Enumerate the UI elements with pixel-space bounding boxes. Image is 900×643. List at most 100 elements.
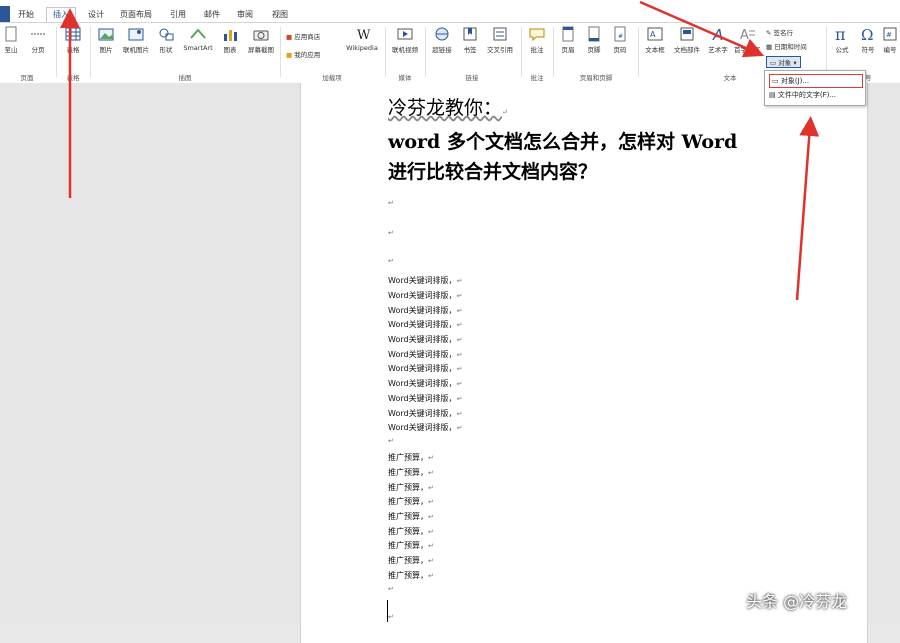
list-item: 推广预算，↵ <box>388 570 434 581</box>
paragraph-mark: ↵ <box>456 321 463 329</box>
online-picture-button[interactable]: 联机图片 <box>119 26 153 54</box>
header-icon <box>562 26 574 42</box>
svg-text:#: # <box>618 33 623 40</box>
menu-item-text-from-file[interactable]: ▤ 文件中的文字(F)... <box>769 90 836 100</box>
group-illustrations-label: 插图 <box>178 74 192 82</box>
screenshot-label: 屏幕截图 <box>248 46 274 54</box>
list-item-text: 推广预算， <box>388 541 428 550</box>
paragraph-mark: ↵ <box>428 528 434 536</box>
textbox-button[interactable]: A 文本框 <box>640 26 670 54</box>
screenshot-button[interactable]: 屏幕截图 <box>244 26 278 54</box>
equation-button[interactable]: π 公式 <box>830 26 854 54</box>
table-button[interactable]: 表格 <box>60 26 86 54</box>
group-separator <box>521 27 522 77</box>
tab-mailings[interactable]: 邮件 <box>204 8 220 22</box>
list-item: Word关键词排版，↵ <box>388 422 462 433</box>
object-label: 对象 <box>778 59 792 67</box>
list-item-text: 推广预算， <box>388 571 428 580</box>
document-page[interactable]: 冷芬龙教你：↵ word 多个文档怎么合并，怎样对 Word 进行比较合并文档内… <box>300 83 868 643</box>
group-separator <box>385 27 386 77</box>
list-item: 推广预算，↵ <box>388 555 434 566</box>
list-item: Word关键词排版，↵ <box>388 334 462 345</box>
list-item: 推广预算，↵ <box>388 482 434 493</box>
paragraph-mark: ↵ <box>456 336 463 344</box>
chart-button[interactable]: 图表 <box>218 26 242 54</box>
paragraph-mark: ↵ <box>428 542 434 550</box>
group-pages-label: 页面 <box>20 74 34 82</box>
page-number-icon: # <box>614 26 626 42</box>
page-number-button[interactable]: # 页码 <box>608 26 632 54</box>
date-time-button[interactable]: ▦ 日期和时间 <box>766 41 807 51</box>
empty-paragraph: ↵ <box>388 437 394 445</box>
object-dropdown-menu: ▭ 对象(J)... ▤ 文件中的文字(F)... <box>764 70 866 106</box>
tab-home[interactable]: 开始 <box>18 8 34 22</box>
tab-design[interactable]: 设计 <box>88 8 104 22</box>
group-separator <box>553 27 554 77</box>
list-item: Word关键词排版，↵ <box>388 393 462 404</box>
pi-icon: π <box>835 26 846 42</box>
doc-title-line2: word 多个文档怎么合并，怎样对 Word <box>388 131 738 153</box>
picture-button[interactable]: 图片 <box>93 26 119 54</box>
svg-text:π: π <box>835 26 846 42</box>
signature-line-button[interactable]: ✎ 签名行 <box>766 27 793 37</box>
cross-reference-button[interactable]: 交叉引用 <box>482 26 518 54</box>
file-tab[interactable] <box>0 6 10 22</box>
wordart-icon: A <box>712 26 723 42</box>
paragraph-mark: ↵ <box>456 410 463 418</box>
svg-text:A: A <box>650 30 656 39</box>
ribbon-tabs: 开始 插入 设计 页面布局 引用 邮件 审阅 视图 <box>0 6 900 23</box>
page-icon <box>5 26 17 42</box>
hyperlink-label: 超链接 <box>432 46 452 54</box>
signature-line-label: 签名行 <box>773 29 794 37</box>
page-break-button[interactable]: 分页 <box>26 26 50 54</box>
hyperlink-button[interactable]: 超链接 <box>428 26 456 54</box>
equation-label: 公式 <box>835 46 849 54</box>
symbol-button[interactable]: Ω 符号 <box>856 26 880 54</box>
object-button[interactable]: ▭ 对象 ▾ <box>766 56 801 68</box>
picture-icon <box>98 28 114 41</box>
comment-label: 批注 <box>530 46 544 54</box>
bookmark-button[interactable]: 书签 <box>458 26 482 54</box>
smartart-button[interactable]: SmartArt <box>180 26 216 52</box>
tab-review[interactable]: 审阅 <box>237 8 253 22</box>
group-header-footer-label: 页眉和页脚 <box>579 74 613 82</box>
footer-button[interactable]: 页脚 <box>582 26 606 54</box>
store-button[interactable]: ■ 应用商店 <box>286 31 320 41</box>
chart-label: 图表 <box>223 46 237 54</box>
shapes-button[interactable]: 形状 <box>153 26 179 54</box>
menu-item-object[interactable]: ▭ 对象(J)... <box>769 74 863 88</box>
my-apps-button[interactable]: ■ 我的应用 <box>286 49 320 59</box>
paragraph-mark: ↵ <box>456 380 463 388</box>
group-addins-label: 加载项 <box>322 74 342 82</box>
wikipedia-button[interactable]: W Wikipedia <box>342 26 382 52</box>
drop-cap-button[interactable]: A 首字下沉 <box>732 26 762 54</box>
list-item-text: 推广预算， <box>388 468 428 477</box>
tab-view[interactable]: 视图 <box>272 8 288 22</box>
document-icon: ▤ <box>769 91 776 99</box>
symbol-label: 符号 <box>861 46 875 54</box>
cross-reference-icon <box>493 27 507 41</box>
list-item: 推广预算，↵ <box>388 452 434 463</box>
list-item-text: Word关键词排版， <box>388 291 457 300</box>
comment-button[interactable]: 批注 <box>524 26 550 54</box>
quick-parts-button[interactable]: 文档部件 <box>670 26 704 54</box>
tab-insert[interactable]: 插入 <box>46 7 76 23</box>
wordart-button[interactable]: A 艺术字 <box>704 26 732 54</box>
list-item: Word关键词排版，↵ <box>388 378 462 389</box>
online-video-button[interactable]: 联机视频 <box>388 26 422 54</box>
tab-layout[interactable]: 页面布局 <box>120 8 152 22</box>
list-item: Word关键词排版，↵ <box>388 408 462 419</box>
doc-title-text: 冷芬龙教你： <box>388 97 503 119</box>
list-item-text: Word关键词排版， <box>388 306 457 315</box>
list-item-text: 推广预算， <box>388 483 428 492</box>
numbering-button[interactable]: # 编号 <box>880 26 900 54</box>
paragraph-mark: ↵ <box>456 277 463 285</box>
group-separator <box>280 27 281 77</box>
list-item: 推广预算，↵ <box>388 496 434 507</box>
paragraph-mark: ↵ <box>456 365 463 373</box>
tab-references[interactable]: 引用 <box>170 8 186 22</box>
header-button[interactable]: 页眉 <box>556 26 580 54</box>
paragraph-mark: ↵ <box>428 498 434 506</box>
cover-page-button[interactable]: 至山 <box>0 26 22 54</box>
numbering-icon: # <box>883 27 897 41</box>
